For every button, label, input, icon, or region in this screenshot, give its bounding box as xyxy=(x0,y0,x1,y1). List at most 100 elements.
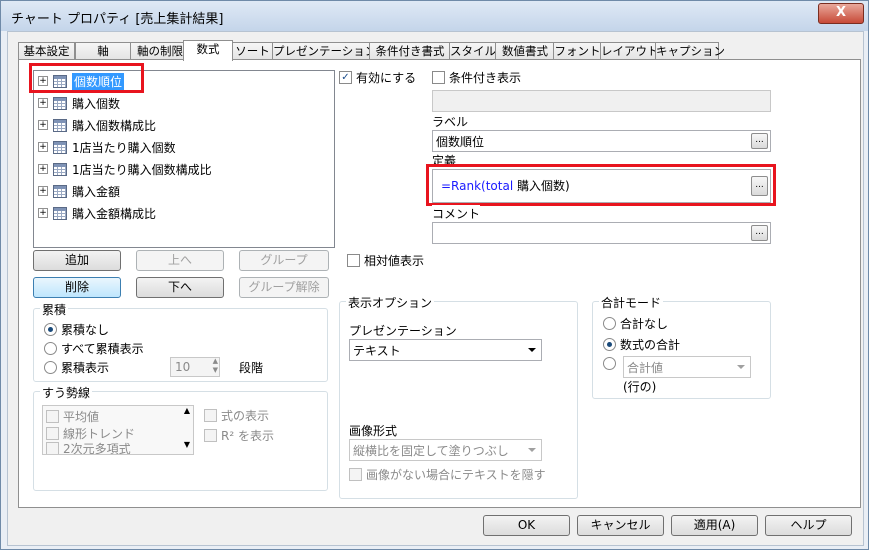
apply-button[interactable]: 適用(A) xyxy=(671,515,758,536)
tab-layout[interactable]: レイアウト xyxy=(600,42,659,60)
steps-value: 10 xyxy=(175,360,191,374)
trendline-title: すう勢線 xyxy=(40,384,93,401)
accumulation-none-radio[interactable]: 累積なし xyxy=(44,321,109,338)
show-r2-checkbox[interactable]: R² を表示 xyxy=(204,427,274,444)
checkbox-label: 相対値表示 xyxy=(364,254,425,268)
scroll-up-icon[interactable]: ▲ xyxy=(184,406,190,415)
relative-display-checkbox[interactable]: 相対値表示 xyxy=(347,252,424,269)
chart-properties-dialog: チャート プロパティ [売上集計結果] X 基本設定 軸 軸の制限 数式 ソート… xyxy=(0,0,869,550)
label-field[interactable]: 個数順位 ... xyxy=(432,130,771,152)
list-item[interactable]: + 1店当たり購入個数構成比 xyxy=(38,159,212,179)
checkbox-icon xyxy=(46,442,59,454)
move-down-button[interactable]: 下へ xyxy=(136,277,224,298)
expand-icon[interactable]: + xyxy=(38,142,48,152)
list-item[interactable]: + 購入個数 xyxy=(38,93,120,113)
spin-down-icon[interactable]: ▼ xyxy=(213,366,218,374)
checkbox-label: 条件付き表示 xyxy=(449,71,522,85)
radio-label: 合計なし xyxy=(620,317,669,331)
tab-number-format[interactable]: 数値書式 xyxy=(495,42,555,60)
list-item[interactable]: + 購入金額 xyxy=(38,181,120,201)
help-button[interactable]: ヘルプ xyxy=(765,515,852,536)
table-icon xyxy=(53,140,67,154)
enable-checkbox[interactable]: ✓ 有効にする xyxy=(339,69,416,86)
comment-edit-button[interactable]: ... xyxy=(751,225,768,241)
expression-label: 購入金額構成比 xyxy=(72,206,157,221)
scroll-down-icon[interactable]: ▼ xyxy=(184,440,190,449)
presentation-label: プレゼンテーション xyxy=(349,324,457,338)
expand-icon[interactable]: + xyxy=(38,120,48,130)
delete-button[interactable]: 削除 xyxy=(33,277,121,298)
trendline-list[interactable]: 平均値 線形トレンド 2次元多項式 ▲ ▼ xyxy=(42,405,194,455)
check-icon: ✓ xyxy=(339,71,352,84)
checkbox-label: 平均値 xyxy=(63,410,100,424)
tab-caption[interactable]: キャプション xyxy=(655,42,725,60)
tab-basic[interactable]: 基本設定 xyxy=(18,42,75,60)
expression-list[interactable]: + 個数順位 + 購入個数 + 購入個数構成比 + 1店当たり購入個数 + 1店… xyxy=(33,70,335,248)
tab-axis-limits[interactable]: 軸の制限 xyxy=(130,42,190,60)
highlight-definition xyxy=(426,164,776,206)
checkbox-label: 式の表示 xyxy=(221,409,270,423)
radio-icon xyxy=(44,323,57,336)
image-format-select[interactable]: 縦横比を固定して塗りつぶし xyxy=(349,439,542,461)
group-button[interactable]: グループ xyxy=(239,250,329,271)
ok-button[interactable]: OK xyxy=(483,515,570,536)
expand-icon[interactable]: + xyxy=(38,98,48,108)
hide-text-checkbox[interactable]: 画像がない場合にテキストを隠す xyxy=(349,466,546,483)
window-title: チャート プロパティ [売上集計結果] xyxy=(11,12,224,27)
tab-conditional-format[interactable]: 条件付き書式 xyxy=(369,42,451,60)
total-function-value: 合計値 xyxy=(627,361,664,375)
total-none-radio[interactable]: 合計なし xyxy=(603,315,668,332)
trendline-average[interactable]: 平均値 xyxy=(46,408,99,425)
checkbox-icon xyxy=(349,468,362,481)
presentation-select[interactable]: テキスト xyxy=(349,339,542,361)
list-item[interactable]: + 購入個数構成比 xyxy=(38,115,156,135)
checkbox-icon xyxy=(432,71,445,84)
close-button[interactable]: X xyxy=(818,3,864,24)
total-mode-group: 合計モード 合計なし 数式の合計 合計値 (行の) xyxy=(592,294,771,399)
checkbox-label: 線形トレンド xyxy=(63,427,136,441)
expressions-panel: + 個数順位 + 購入個数 + 購入個数構成比 + 1店当たり購入個数 + 1店… xyxy=(18,59,861,508)
spin-up-icon[interactable]: ▲ xyxy=(213,357,218,365)
trendline-polynomial[interactable]: 2次元多項式 xyxy=(46,442,131,454)
table-icon xyxy=(53,162,67,176)
image-format-value: 縦横比を固定して塗りつぶし xyxy=(353,444,509,458)
tab-style[interactable]: スタイル xyxy=(449,42,497,60)
radio-icon xyxy=(603,317,616,330)
list-item[interactable]: + 1店当たり購入個数 xyxy=(38,137,176,157)
accumulation-steps-radio[interactable]: 累積表示 xyxy=(44,359,109,376)
presentation-value: テキスト xyxy=(353,344,401,358)
cancel-button[interactable]: キャンセル xyxy=(577,515,664,536)
total-function-select[interactable]: 合計値 xyxy=(623,356,751,378)
expand-icon[interactable]: + xyxy=(38,186,48,196)
expand-icon[interactable]: + xyxy=(38,208,48,218)
expression-label: 購入個数構成比 xyxy=(72,118,157,133)
show-formula-checkbox[interactable]: 式の表示 xyxy=(204,407,269,424)
tab-expressions[interactable]: 数式 xyxy=(183,40,233,61)
title-bar[interactable]: チャート プロパティ [売上集計結果] X xyxy=(1,1,868,31)
list-item[interactable]: + 購入金額構成比 xyxy=(38,203,156,223)
radio-label: 累積表示 xyxy=(61,361,110,375)
tab-axis[interactable]: 軸 xyxy=(75,42,131,60)
move-up-button[interactable]: 上へ xyxy=(136,250,224,271)
steps-spinner[interactable]: 10 ▲ ▼ xyxy=(170,357,220,377)
tab-sort[interactable]: ソート xyxy=(231,42,274,60)
tab-presentation[interactable]: プレゼンテーション xyxy=(272,42,376,60)
radio-icon xyxy=(603,338,616,351)
label-edit-button[interactable]: ... xyxy=(751,133,768,149)
accumulation-all-radio[interactable]: すべて累積表示 xyxy=(44,340,144,357)
radio-label: すべて累積表示 xyxy=(61,342,144,356)
comment-field[interactable]: ... xyxy=(432,222,771,244)
table-icon xyxy=(53,206,67,220)
expand-icon[interactable]: + xyxy=(38,164,48,174)
conditional-display-checkbox[interactable]: 条件付き表示 xyxy=(432,69,521,86)
trendline-linear[interactable]: 線形トレンド xyxy=(46,425,135,442)
ungroup-button[interactable]: グループ解除 xyxy=(239,277,329,298)
add-button[interactable]: 追加 xyxy=(33,250,121,271)
conditional-expression-field[interactable] xyxy=(432,90,771,112)
total-expression-radio[interactable]: 数式の合計 xyxy=(603,336,680,353)
checkbox-icon xyxy=(347,254,360,267)
checkbox-label: 画像がない場合にテキストを隠す xyxy=(366,468,546,482)
total-rows-radio[interactable] xyxy=(603,357,620,370)
table-icon xyxy=(53,118,67,132)
tab-font[interactable]: フォント xyxy=(553,42,602,60)
